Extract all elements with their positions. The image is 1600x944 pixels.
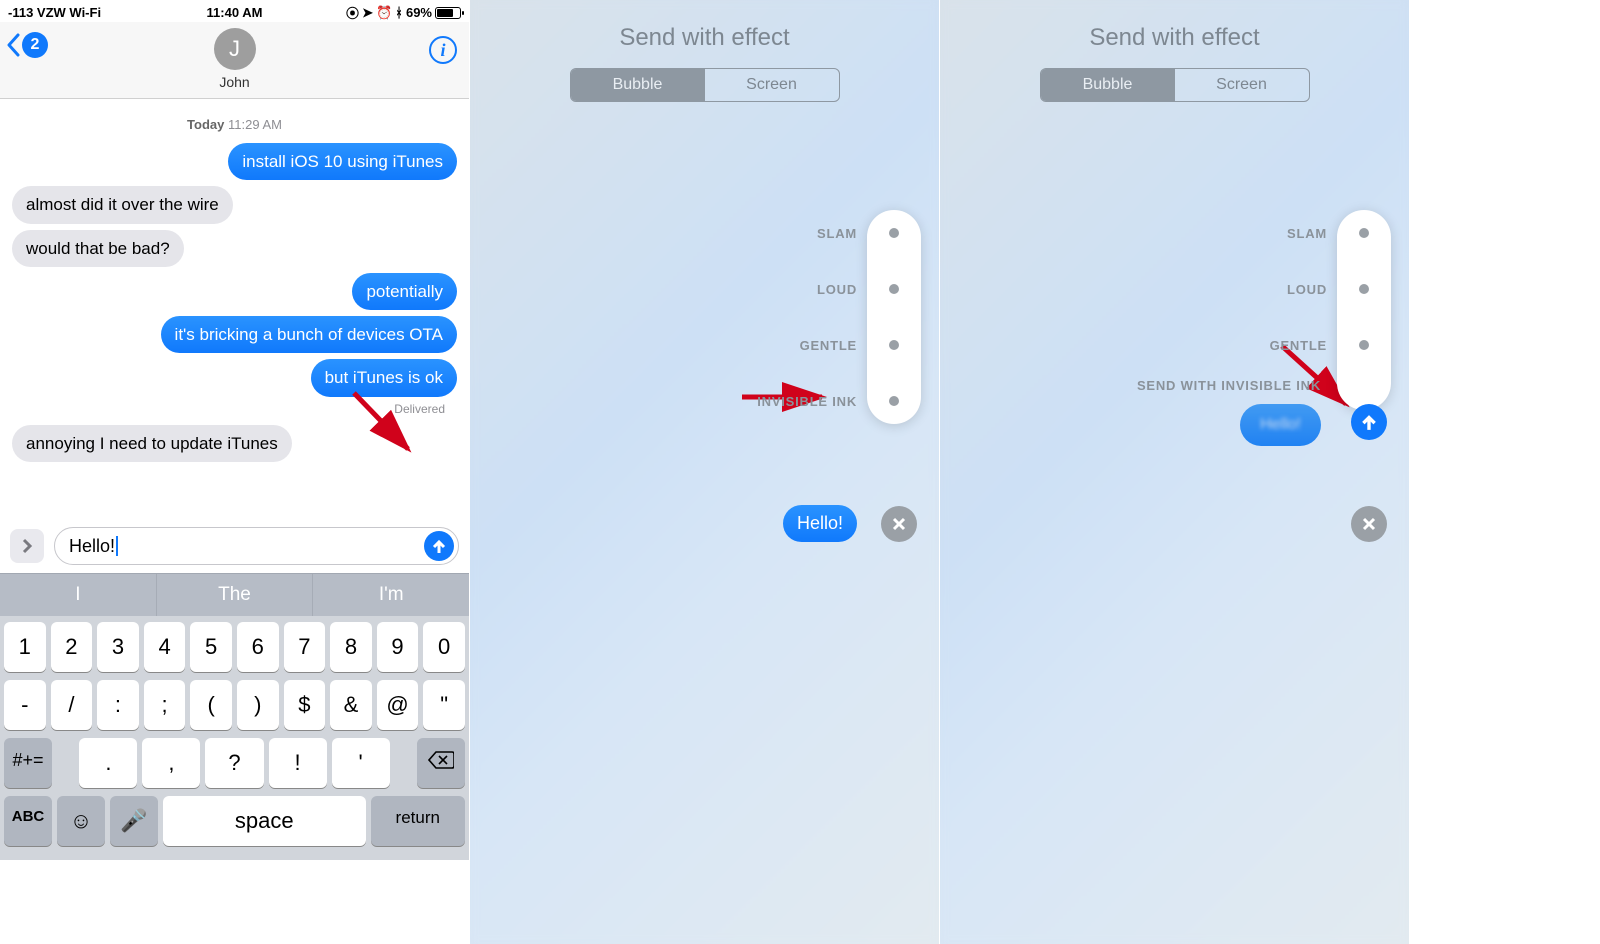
segment-bubble[interactable]: Bubble <box>1041 69 1175 101</box>
key[interactable]: 2 <box>51 622 93 672</box>
effect-selector-pill <box>1337 210 1391 410</box>
key[interactable]: / <box>51 680 93 730</box>
effect-dot-gentle[interactable] <box>1359 340 1369 350</box>
invisible-ink-heading: SEND WITH INVISIBLE INK <box>1137 378 1321 393</box>
battery-icon <box>435 7 461 19</box>
effect-label: INVISIBLE INK <box>757 394 857 409</box>
key[interactable]: 7 <box>284 622 326 672</box>
predictive-suggestion[interactable]: I <box>0 574 156 616</box>
segment-screen[interactable]: Screen <box>1175 69 1309 101</box>
key-symbols-toggle[interactable]: #+= <box>4 738 52 788</box>
key[interactable]: ' <box>332 738 390 788</box>
key[interactable]: 5 <box>190 622 232 672</box>
effect-label: LOUD <box>1287 282 1327 297</box>
effect-segmented-control[interactable]: Bubble Screen <box>1040 68 1310 102</box>
screenshot-messages-thread: -113 VZW Wi-Fi 11:40 AM ⦿ ➤ ⏰ ᚼ 69% 2 J … <box>0 0 470 944</box>
avatar[interactable]: J <box>214 28 256 70</box>
key[interactable]: , <box>142 738 200 788</box>
key[interactable]: ( <box>190 680 232 730</box>
expand-apps-button[interactable] <box>10 529 44 563</box>
key[interactable]: 8 <box>330 622 372 672</box>
message-out[interactable]: but iTunes is ok <box>311 359 457 396</box>
info-button[interactable]: i <box>429 36 457 64</box>
segment-bubble[interactable]: Bubble <box>571 69 705 101</box>
key[interactable]: " <box>423 680 465 730</box>
effect-dot-gentle[interactable] <box>889 340 899 350</box>
message-out[interactable]: install iOS 10 using iTunes <box>228 143 457 180</box>
key[interactable]: ? <box>205 738 263 788</box>
effect-dot-slam[interactable] <box>889 228 899 238</box>
key-abc-toggle[interactable]: ABC <box>4 796 52 846</box>
key[interactable]: 6 <box>237 622 279 672</box>
cancel-effect-button[interactable] <box>1351 506 1387 542</box>
message-in[interactable]: almost did it over the wire <box>12 186 233 223</box>
predictive-bar: I The I'm <box>0 573 469 616</box>
screenshot-effect-picker: Send with effect Bubble Screen SLAM LOUD… <box>470 0 940 944</box>
effect-selector-pill <box>867 210 921 424</box>
key-dictation[interactable]: 🎤 <box>110 796 158 846</box>
message-input[interactable]: Hello! <box>54 527 459 565</box>
delivered-status: Delivered <box>12 402 445 416</box>
effect-label: SLAM <box>817 226 857 241</box>
effect-dot-slam[interactable] <box>1359 228 1369 238</box>
contact-name: John <box>0 74 469 90</box>
effect-dot-invisible-ink[interactable] <box>889 396 899 406</box>
key[interactable]: 1 <box>4 622 46 672</box>
effect-segmented-control[interactable]: Bubble Screen <box>570 68 840 102</box>
unread-badge: 2 <box>22 32 48 58</box>
nav-header: 2 J John i <box>0 22 469 99</box>
back-button[interactable]: 2 <box>6 32 48 58</box>
timestamp-label: Today 11:29 AM <box>12 117 457 132</box>
text-caret <box>116 536 118 556</box>
effect-label: GENTLE <box>1270 338 1327 353</box>
predictive-suggestion[interactable]: The <box>156 574 313 616</box>
key-emoji[interactable]: ☺ <box>57 796 105 846</box>
message-out[interactable]: potentially <box>352 273 457 310</box>
key[interactable]: ; <box>144 680 186 730</box>
message-in[interactable]: annoying I need to update iTunes <box>12 425 292 462</box>
effect-title: Send with effect <box>940 0 1409 52</box>
status-bar: -113 VZW Wi-Fi 11:40 AM ⦿ ➤ ⏰ ᚼ 69% <box>0 0 469 22</box>
segment-screen[interactable]: Screen <box>705 69 839 101</box>
key[interactable]: : <box>97 680 139 730</box>
effect-label: LOUD <box>817 282 857 297</box>
key[interactable]: @ <box>377 680 419 730</box>
effect-dot-loud[interactable] <box>1359 284 1369 294</box>
conversation: Today 11:29 AM install iOS 10 using iTun… <box>0 99 469 519</box>
effect-label: SLAM <box>1287 226 1327 241</box>
send-button[interactable] <box>424 531 454 561</box>
message-out[interactable]: it's bricking a bunch of devices OTA <box>161 316 457 353</box>
cancel-effect-button[interactable] <box>881 506 917 542</box>
key[interactable]: . <box>79 738 137 788</box>
key[interactable]: ) <box>237 680 279 730</box>
key[interactable]: ! <box>269 738 327 788</box>
key[interactable]: & <box>330 680 372 730</box>
key-delete[interactable] <box>417 738 465 788</box>
effect-dot-loud[interactable] <box>889 284 899 294</box>
key-return[interactable]: return <box>371 796 466 846</box>
predictive-suggestion[interactable]: I'm <box>312 574 469 616</box>
whitespace <box>1410 0 1600 944</box>
key[interactable]: 4 <box>144 622 186 672</box>
effect-label: GENTLE <box>800 338 857 353</box>
screenshot-effect-invisible-ink: Send with effect Bubble Screen SLAM LOUD… <box>940 0 1410 944</box>
send-with-effect-button[interactable] <box>1351 404 1387 440</box>
key[interactable]: - <box>4 680 46 730</box>
invisible-ink-preview-bubble: Hello! <box>1240 404 1321 446</box>
effect-title: Send with effect <box>470 0 939 52</box>
key[interactable]: 0 <box>423 622 465 672</box>
key[interactable]: 3 <box>97 622 139 672</box>
compose-bar: Hello! <box>0 519 469 573</box>
key[interactable]: 9 <box>377 622 419 672</box>
keyboard: 1234567890 -/:;()$&@" #+= . , ? ! ' ABC … <box>0 616 469 860</box>
status-time: 11:40 AM <box>0 5 469 20</box>
message-in[interactable]: would that be bad? <box>12 230 184 267</box>
key[interactable]: $ <box>284 680 326 730</box>
key-space[interactable]: space <box>163 796 366 846</box>
preview-bubble: Hello! <box>783 505 857 542</box>
